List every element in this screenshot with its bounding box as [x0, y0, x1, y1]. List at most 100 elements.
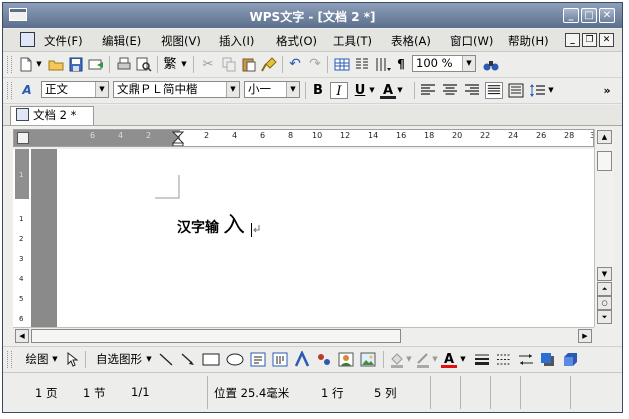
- menu-tools[interactable]: 工具(T): [333, 33, 372, 49]
- scroll-down-button[interactable]: ▼: [597, 267, 612, 281]
- char-shading-button[interactable]: A: [380, 82, 396, 99]
- copy-icon[interactable]: [220, 56, 238, 73]
- redo-icon[interactable]: ↷: [307, 56, 323, 73]
- scroll-thumb[interactable]: [31, 329, 401, 343]
- menu-edit[interactable]: 编辑(E): [102, 33, 141, 49]
- chevron-down-icon[interactable]: ▼: [286, 82, 299, 97]
- vertical-scrollbar[interactable]: ▲ ▼ ⏶ ○ ⏷: [594, 129, 614, 327]
- shadow-style-icon[interactable]: [539, 351, 557, 368]
- style-icon[interactable]: A: [17, 82, 37, 99]
- undo-icon[interactable]: ↶: [287, 56, 303, 73]
- cut-icon[interactable]: ✂: [200, 56, 216, 73]
- print-icon[interactable]: [115, 56, 133, 73]
- menu-format[interactable]: 格式(O): [276, 33, 317, 49]
- chevron-down-icon[interactable]: ▼: [462, 56, 475, 71]
- menu-file[interactable]: 文件(F): [44, 33, 83, 49]
- open-folder-icon[interactable]: [47, 56, 65, 73]
- horizontal-scrollbar[interactable]: ◀ ▶: [13, 327, 594, 344]
- text-direction-icon[interactable]: [373, 56, 391, 73]
- select-pointer-icon[interactable]: [63, 351, 79, 368]
- print-preview-icon[interactable]: [135, 56, 153, 73]
- line-spacing-dropdown-icon[interactable]: ▼: [547, 82, 555, 99]
- save-icon[interactable]: [67, 56, 85, 73]
- vertical-textbox-icon[interactable]: [271, 351, 289, 368]
- distributed-align-icon[interactable]: [507, 82, 525, 99]
- draw-menu-button[interactable]: 绘图: [23, 351, 51, 368]
- dash-style-icon[interactable]: [495, 351, 513, 368]
- line-style-icon[interactable]: [473, 351, 491, 368]
- insert-table-icon[interactable]: [333, 56, 351, 73]
- font-size-combo[interactable]: 小一 ▼: [244, 81, 300, 98]
- title-bar[interactable]: WPS文字 - [文档 2 *] _ □ ✕: [3, 3, 622, 28]
- justify-icon[interactable]: [485, 82, 503, 99]
- diagram-icon[interactable]: [315, 351, 333, 368]
- tab-selector-button[interactable]: [17, 132, 29, 144]
- mail-send-icon[interactable]: [87, 56, 105, 73]
- insert-picture-icon[interactable]: [359, 351, 377, 368]
- style-combo[interactable]: 正文 ▼: [41, 81, 109, 98]
- line-spacing-icon[interactable]: [529, 82, 547, 99]
- toolbar-overflow-icon[interactable]: »: [601, 82, 613, 99]
- traditional-chinese-button[interactable]: 繁: [162, 56, 178, 73]
- new-document-icon[interactable]: [17, 56, 35, 73]
- ellipse-tool-icon[interactable]: [225, 351, 245, 368]
- scroll-left-button[interactable]: ◀: [15, 329, 29, 343]
- select-browse-object-icon[interactable]: ○: [597, 296, 612, 310]
- underline-button[interactable]: U: [352, 82, 368, 99]
- arrow-style-icon[interactable]: [517, 351, 535, 368]
- toolbar-grip[interactable]: [7, 351, 12, 368]
- indent-marker-icon[interactable]: [172, 131, 184, 146]
- show-marks-icon[interactable]: ¶: [393, 56, 409, 73]
- minimize-button[interactable]: _: [563, 8, 579, 23]
- prev-page-icon[interactable]: ⏶: [597, 282, 612, 296]
- clipart-icon[interactable]: [337, 351, 355, 368]
- columns-icon[interactable]: [353, 56, 371, 73]
- format-painter-icon[interactable]: [260, 56, 278, 73]
- align-right-icon[interactable]: [463, 82, 481, 99]
- doc-minimize-button[interactable]: _: [565, 33, 580, 47]
- menu-view[interactable]: 视图(V): [161, 33, 201, 49]
- document-menu-icon[interactable]: [20, 32, 35, 47]
- horizontal-ruler[interactable]: 6 4 2 2 4 6 8 10 12 14 16 18 20 22 24 26…: [13, 129, 594, 147]
- font-color-dropdown-icon[interactable]: ▼: [459, 351, 467, 368]
- menu-table[interactable]: 表格(A): [391, 33, 431, 49]
- 3d-style-icon[interactable]: [561, 351, 579, 368]
- close-button[interactable]: ✕: [599, 8, 615, 23]
- toolbar-grip[interactable]: [7, 56, 12, 73]
- scroll-thumb[interactable]: [597, 151, 612, 171]
- document-page[interactable]: 汉字输 入: [57, 149, 594, 327]
- italic-button[interactable]: I: [330, 82, 348, 99]
- font-color-icon[interactable]: A: [441, 351, 457, 368]
- arrow-tool-icon[interactable]: [179, 351, 197, 368]
- fill-color-icon[interactable]: [389, 351, 405, 368]
- autoshapes-dropdown-icon[interactable]: ▼: [145, 351, 153, 368]
- vertical-ruler[interactable]: 1 1 2 3 4 5 6: [13, 149, 32, 327]
- menu-help[interactable]: 帮助(H): [508, 33, 549, 49]
- next-page-icon[interactable]: ⏷: [597, 310, 612, 324]
- chevron-down-icon[interactable]: ▼: [95, 82, 108, 97]
- find-binoculars-icon[interactable]: [482, 56, 500, 73]
- rectangle-tool-icon[interactable]: [201, 351, 221, 368]
- line-tool-icon[interactable]: [157, 351, 175, 368]
- shading-dropdown-icon[interactable]: ▼: [396, 82, 404, 99]
- align-left-icon[interactable]: [419, 82, 437, 99]
- wordart-icon[interactable]: [293, 351, 311, 368]
- ime-composition-char[interactable]: 入: [223, 207, 245, 239]
- textbox-icon[interactable]: [249, 351, 267, 368]
- traditional-dropdown-icon[interactable]: ▼: [180, 56, 188, 73]
- document-tab[interactable]: 文档 2 *: [10, 106, 94, 125]
- draw-dropdown-icon[interactable]: ▼: [51, 351, 59, 368]
- zoom-combo[interactable]: 100 % ▼: [412, 55, 476, 72]
- fill-color-dropdown-icon[interactable]: ▼: [405, 351, 413, 368]
- underline-dropdown-icon[interactable]: ▼: [368, 82, 376, 99]
- doc-restore-button[interactable]: ❐: [582, 33, 597, 47]
- maximize-button[interactable]: □: [581, 8, 597, 23]
- menu-insert[interactable]: 插入(I): [219, 33, 254, 49]
- bold-button[interactable]: B: [309, 82, 327, 99]
- line-color-icon[interactable]: [415, 351, 431, 368]
- toolbar-grip[interactable]: [7, 82, 12, 99]
- doc-close-button[interactable]: ✕: [599, 33, 614, 47]
- line-color-dropdown-icon[interactable]: ▼: [431, 351, 439, 368]
- paste-icon[interactable]: [240, 56, 258, 73]
- autoshapes-button[interactable]: 自选图形: [93, 351, 145, 368]
